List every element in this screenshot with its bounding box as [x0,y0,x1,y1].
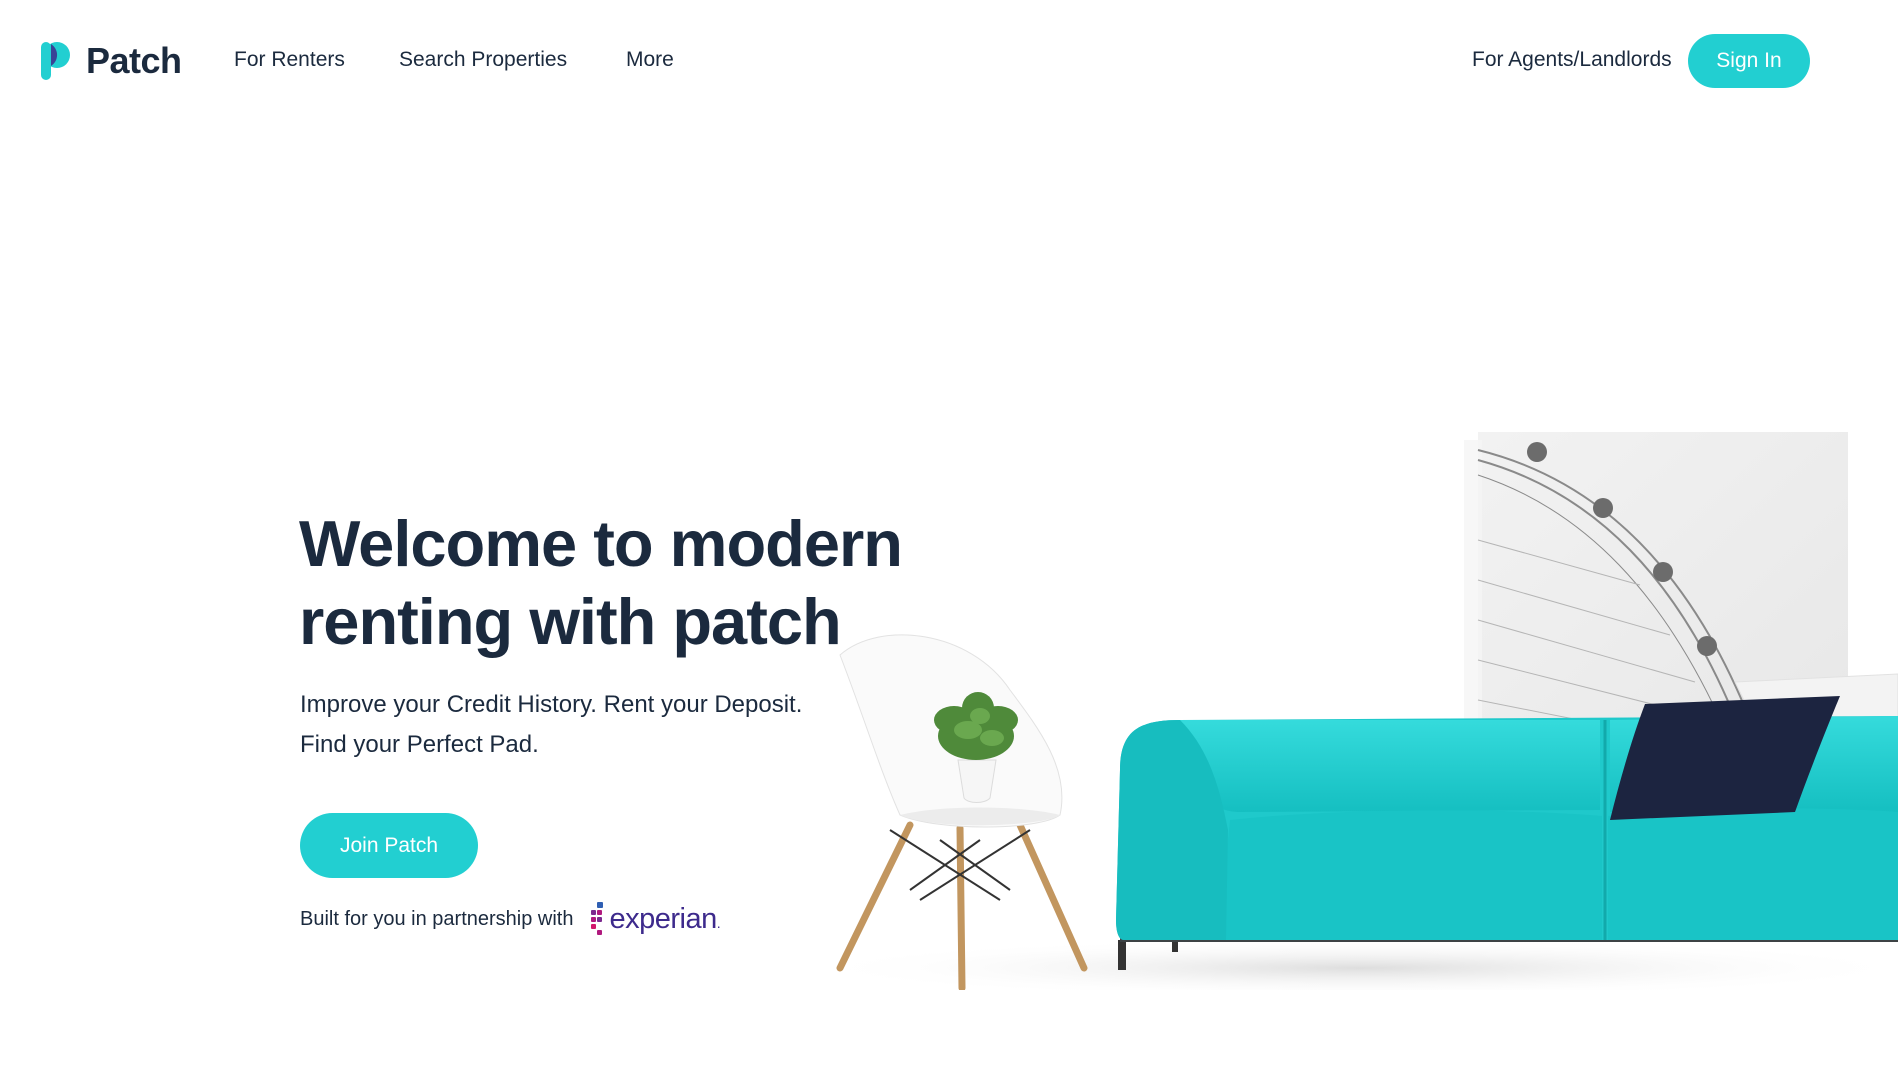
brand-logo[interactable]: Patch [40,40,182,82]
sign-in-button[interactable]: Sign In [1688,34,1810,88]
hero-subtitle-line-1: Improve your Credit History. Rent your D… [300,691,803,718]
nav-link-agents-landlords[interactable]: For Agents/Landlords [1472,48,1672,72]
nav-link-more[interactable]: More [626,48,674,72]
brand-name: Patch [86,40,182,81]
hero-subtitle-line-2: Find your Perfect Pad. [300,731,539,758]
patch-logo-icon [40,40,74,82]
white-chair [836,634,1088,992]
partnership-note: Built for you in partnership with experi… [300,902,721,936]
join-patch-button[interactable]: Join Patch [300,813,478,878]
experian-logo: experian. [591,902,721,936]
partnership-text: Built for you in partnership with [300,907,574,930]
nav-link-search-properties[interactable]: Search Properties [399,48,567,72]
hero-illustration [740,420,1898,998]
top-navigation: Patch For Renters Search Properties More… [0,0,1898,122]
experian-word: experian [609,902,717,935]
nav-link-for-renters[interactable]: For Renters [234,48,345,72]
experian-dots-icon [591,902,604,935]
experian-dot: . [716,914,721,931]
hero-subtitle: Improve your Credit History. Rent your D… [300,685,802,765]
experian-wordmark: experian. [609,903,720,936]
